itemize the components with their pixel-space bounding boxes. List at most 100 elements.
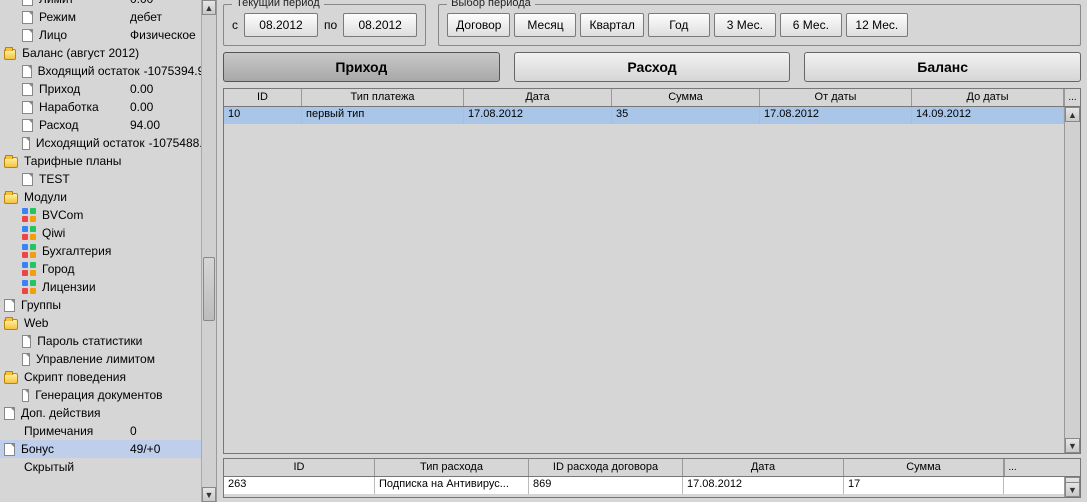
period-to-label: по (324, 18, 337, 32)
document-icon (22, 11, 33, 24)
tree-row[interactable]: Баланс (август 2012) (0, 44, 216, 62)
tree-row[interactable]: Генерация документов (0, 386, 216, 404)
tree-label: Генерация документов (33, 388, 162, 402)
column-header[interactable]: До даты (912, 89, 1064, 106)
period-pick-button[interactable]: Договор (447, 13, 510, 37)
tree[interactable]: Лимит0.00РежимдебетЛицоФизическое Баланс … (0, 0, 216, 502)
table-cell: Подписка на Антивирус... (375, 477, 529, 494)
column-header[interactable]: ID (224, 89, 302, 106)
column-header[interactable]: Дата (464, 89, 612, 106)
column-header[interactable]: От даты (760, 89, 912, 106)
scroll-down-icon[interactable]: ▼ (202, 487, 216, 502)
tree-row[interactable]: Режимдебет (0, 8, 216, 26)
column-header[interactable]: Дата (683, 459, 844, 476)
grid-corner-menu[interactable]: ... (1064, 89, 1080, 106)
tab-приход[interactable]: Приход (223, 52, 500, 82)
document-icon (4, 407, 15, 420)
scroll-up-icon[interactable]: ▲ (1065, 107, 1080, 122)
grid-scrollbar[interactable]: ▲ ▼ (1064, 477, 1080, 497)
tree-row[interactable]: Приход0.00 (0, 80, 216, 98)
folder-icon (4, 49, 16, 60)
scroll-down-icon[interactable]: ▼ (1065, 482, 1080, 497)
document-icon (22, 173, 33, 186)
grid-expense: IDТип расходаID расхода договораДатаСумм… (223, 458, 1081, 498)
folder-icon (4, 157, 18, 168)
tab-баланс[interactable]: Баланс (804, 52, 1081, 82)
table-cell: 14.09.2012 (912, 107, 1064, 124)
column-header[interactable]: Тип расхода (375, 459, 529, 476)
tree-row[interactable]: Доп. действия (0, 404, 216, 422)
period-pick-button[interactable]: Год (648, 13, 710, 37)
tree-row[interactable]: Бонус49/+0 (0, 440, 216, 458)
tree-row[interactable]: BVCom (0, 206, 216, 224)
tree-row[interactable]: Бухгалтерия (0, 242, 216, 260)
tree-row[interactable]: Исходящий остаток-1075488.96 (0, 134, 216, 152)
period-pick-button[interactable]: Квартал (580, 13, 643, 37)
column-header[interactable]: ID расхода договора (529, 459, 683, 476)
tree-row[interactable]: Web (0, 314, 216, 332)
tree-row[interactable]: Скрипт поведения (0, 368, 216, 386)
tree-row[interactable]: Пароль статистики (0, 332, 216, 350)
tree-label: Примечания (22, 424, 126, 438)
tab-bar: Приход Расход Баланс (223, 52, 1081, 82)
tab-расход[interactable]: Расход (514, 52, 791, 82)
tree-label: BVCom (40, 208, 126, 222)
table-row[interactable]: 10первый тип17.08.20123517.08.201214.09.… (224, 107, 1064, 124)
tree-scrollbar[interactable]: ▲ ▼ (201, 0, 216, 502)
tree-row[interactable]: Группы (0, 296, 216, 314)
tree-row[interactable]: TEST (0, 170, 216, 188)
column-header[interactable]: Тип платежа (302, 89, 464, 106)
tree-row[interactable]: Город (0, 260, 216, 278)
tree-label: Qiwi (40, 226, 126, 240)
tree-label: Исходящий остаток (34, 136, 145, 150)
tree-row[interactable]: ЛицоФизическое (0, 26, 216, 44)
tree-label: Баланс (август 2012) (20, 46, 139, 60)
tree-label: Бонус (19, 442, 126, 456)
fieldset-title: Выбор периода (447, 0, 535, 9)
column-header[interactable]: ID (224, 459, 375, 476)
period-pick-button[interactable]: 3 Мес. (714, 13, 776, 37)
tree-row[interactable]: Управление лимитом (0, 350, 216, 368)
blank-icon (4, 424, 18, 438)
tree-label: Скрипт поведения (22, 370, 126, 384)
tree-label: Доп. действия (19, 406, 126, 420)
module-icon (22, 226, 36, 240)
tree-row[interactable]: Расход94.00 (0, 116, 216, 134)
scroll-down-icon[interactable]: ▼ (1065, 438, 1080, 453)
period-from-button[interactable]: 08.2012 (244, 13, 318, 37)
tree-row[interactable]: Qiwi (0, 224, 216, 242)
tree-row[interactable]: Скрытый (0, 458, 216, 476)
scroll-up-icon[interactable]: ▲ (202, 0, 216, 15)
scroll-thumb[interactable] (203, 257, 215, 321)
tree-label: Лицо (37, 28, 126, 42)
tree-label: Приход (37, 82, 126, 96)
tree-label: Лицензии (40, 280, 126, 294)
column-header[interactable]: Сумма (844, 459, 1004, 476)
table-cell: 17 (844, 477, 1004, 494)
tree-row[interactable]: Лимит0.00 (0, 0, 216, 8)
column-header[interactable]: Сумма (612, 89, 760, 106)
tree-row[interactable]: Наработка0.00 (0, 98, 216, 116)
table-cell: 17.08.2012 (683, 477, 844, 494)
tree-row[interactable]: Тарифные планы (0, 152, 216, 170)
period-pick-button[interactable]: 12 Мес. (846, 13, 908, 37)
module-icon (22, 208, 36, 222)
document-icon (22, 137, 30, 150)
tree-label: Наработка (37, 100, 126, 114)
tree-label: Группы (19, 298, 126, 312)
grid-corner-menu[interactable]: ... (1004, 459, 1020, 476)
grid-scrollbar[interactable]: ▲ ▼ (1064, 107, 1080, 453)
period-pick-button[interactable]: 6 Мес. (780, 13, 842, 37)
folder-icon (4, 319, 18, 330)
period-to-button[interactable]: 08.2012 (343, 13, 417, 37)
document-icon (22, 29, 33, 42)
period-pick-fieldset: Выбор периода ДоговорМесяцКварталГод3 Ме… (438, 4, 1081, 46)
tree-row[interactable]: Входящий остаток-1075394.96 (0, 62, 216, 80)
tree-row[interactable]: Модули (0, 188, 216, 206)
table-row[interactable]: 263Подписка на Антивирус...86917.08.2012… (224, 477, 1064, 494)
tree-label: Пароль статистики (35, 334, 142, 348)
period-pick-button[interactable]: Месяц (514, 13, 576, 37)
tree-row[interactable]: Примечания0 (0, 422, 216, 440)
tree-label: Лимит (37, 0, 126, 6)
tree-row[interactable]: Лицензии (0, 278, 216, 296)
